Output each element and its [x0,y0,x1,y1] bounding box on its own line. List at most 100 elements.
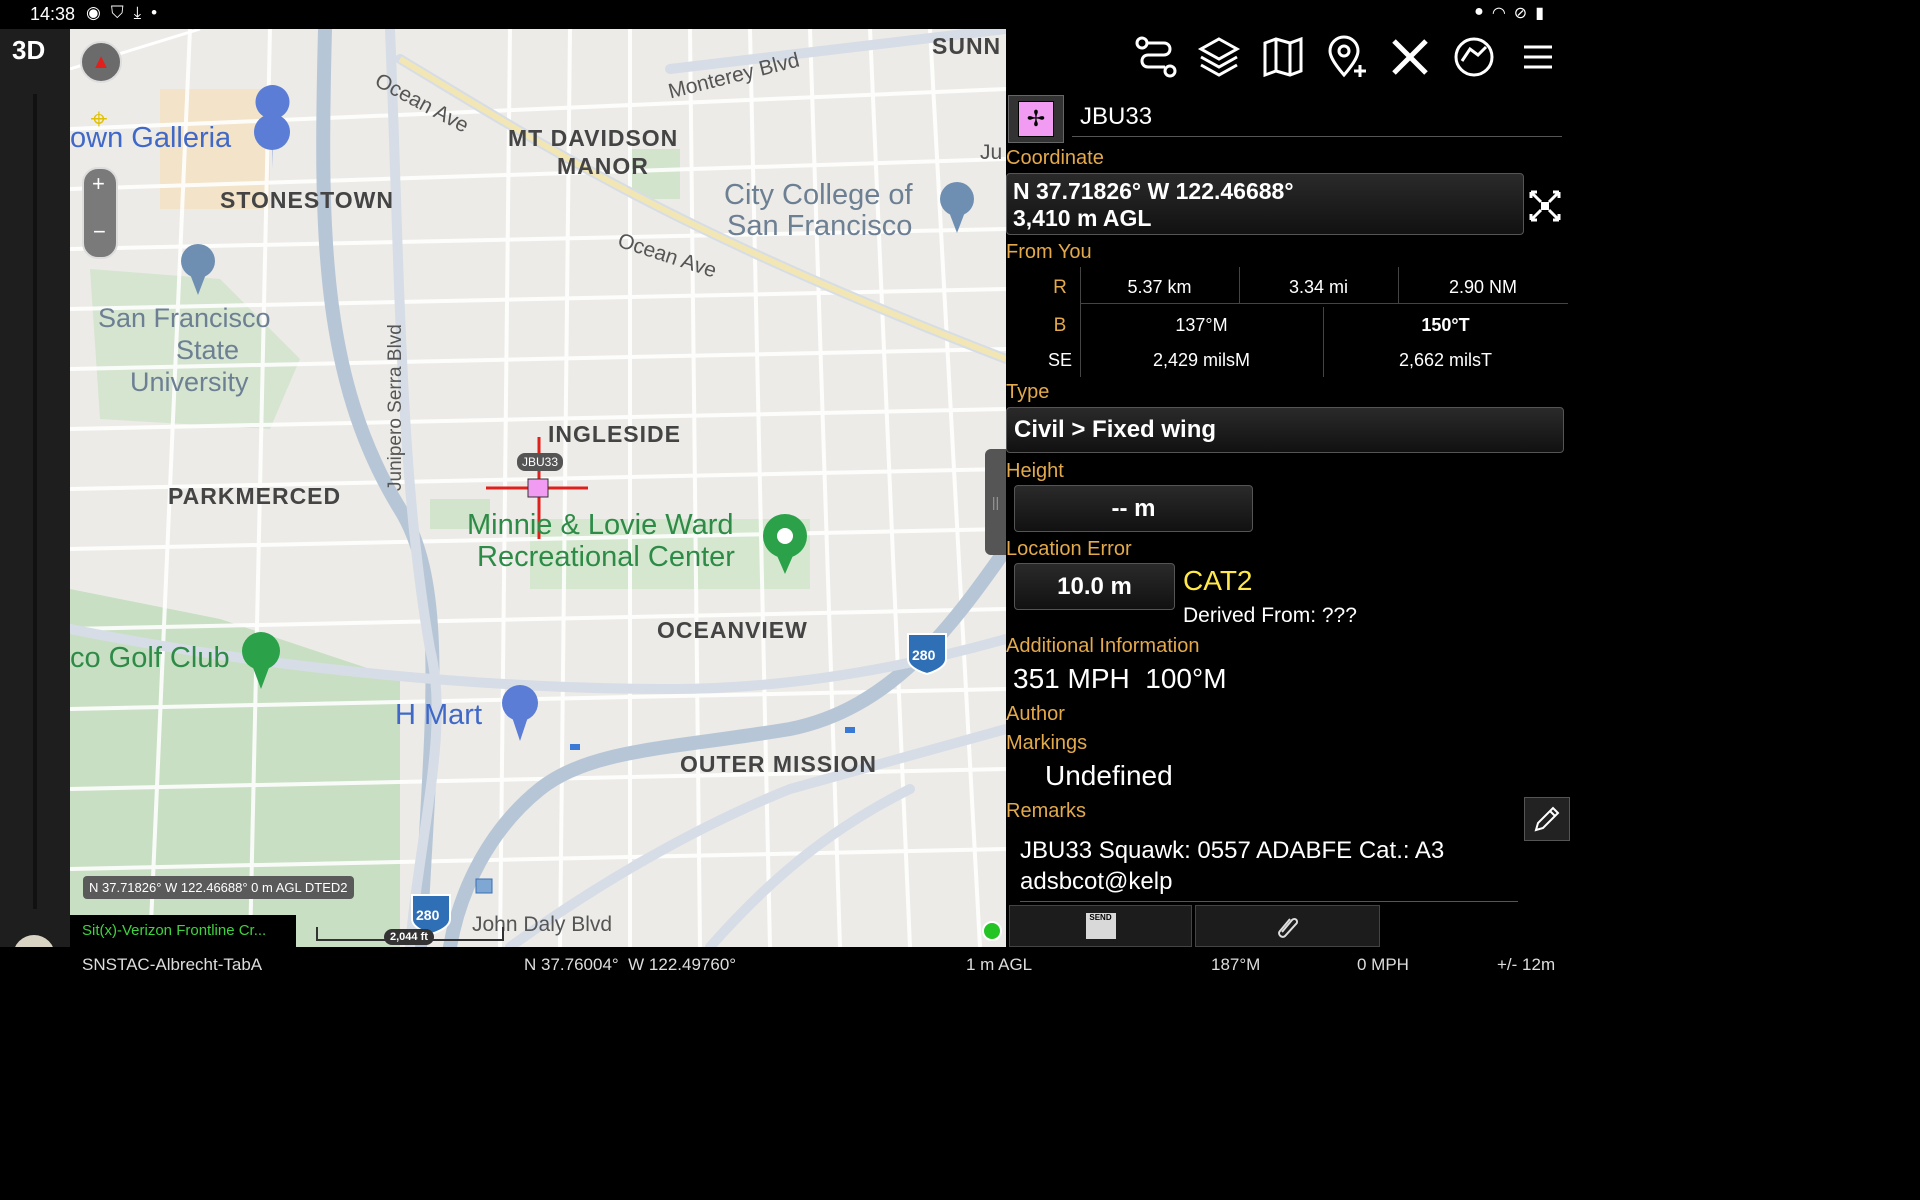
type-label: Type [1006,381,1050,403]
direction-label: SE [1047,350,1072,370]
self-location-icon[interactable] [982,921,1002,941]
self-heading: 187°M [1211,955,1261,974]
bearing-label: B [1053,315,1067,336]
type-dropdown[interactable]: Civil > Fixed wing [1006,407,1564,453]
self-altitude: 1 m AGL [966,955,1033,974]
shield-icon: ⛉ [110,3,124,22]
bearing-true: 150°T [1421,315,1470,335]
author-label: Author [1006,703,1065,725]
plugin-icon[interactable] [1450,33,1498,81]
i280-shield-label: 280 [912,647,936,663]
location-error-label: Location Error [1006,538,1132,560]
send-button[interactable]: SEND [1009,905,1192,947]
bottom-status-bar: SNSTAC-Albrecht-TabA N 37.76004° W 122.4… [0,947,1568,980]
remarks-label: Remarks [1006,800,1087,822]
pan-to-button[interactable] [1526,187,1564,225]
download-icon: ⤓ [133,3,142,22]
affiliation-icon-button[interactable]: ✢ [1008,95,1064,143]
map-view[interactable]: MT DAVIDSON MANOR STONESTOWN INGLESIDE P… [70,29,1006,947]
coordinate-field[interactable]: N 37.71826° W 122.46688° 3,410 m AGL [1006,173,1524,235]
paperclip-icon [1277,917,1298,938]
battery-icon: ▮ [1535,5,1544,22]
remarks-line-1: JBU33 Squawk: 0557 ADABFE Cat.: A3 [1020,837,1445,864]
range-km: 5.37 km [1127,277,1192,297]
self-coordinate: N 37.76004° W 122.49760° [524,955,737,974]
edit-remarks-button[interactable] [1524,797,1570,841]
remarks-field[interactable]: JBU33 Squawk: 0557 ADABFE Cat.: A3 adsbc… [1020,835,1518,902]
label-parkmerced: PARKMERCED [168,483,342,509]
compass-north-icon: ▲ [91,50,111,73]
additional-info-label: Additional Information [1006,635,1200,657]
street-ju: Ju [980,141,1003,164]
range-label: R [1053,277,1067,298]
status-bar: 14:38 ◉ ⛉ ⤓ • ● ◠ ⊘ ▮ [0,0,1568,29]
situation-overlay-label[interactable]: Sit(x)-Verizon Frontline Cr... [70,915,296,947]
clock: 14:38 [30,4,76,24]
target-callsign-label[interactable]: JBU33 [517,453,564,471]
poi-minnie-2: Recreational Center [477,541,735,573]
label-sunn: SUNN [932,33,1002,59]
markings-label: Markings [1006,732,1088,754]
menu-icon[interactable] [1514,33,1562,81]
crosshair-expand-icon [1529,190,1561,222]
coordinate-altitude: 3,410 m AGL [1013,205,1152,231]
remarks-line-2: adsbcot@kelp [1020,868,1173,895]
location-icon: ● [1474,3,1484,20]
derived-from-label: Derived From: ??? [1183,604,1357,627]
mode-3d-button[interactable]: 3D [12,35,45,66]
pencil-icon [1534,806,1560,832]
bearing-magnetic: 137°M [1175,315,1228,335]
self-accuracy: +/- 12m [1497,955,1556,974]
label-stonestown: STONESTOWN [220,187,394,213]
lock-crosshair-icon: ⌖ [90,103,108,136]
attachment-button[interactable] [1195,905,1380,947]
dot-icon: • [151,3,158,22]
from-you-label: From You [1006,241,1092,263]
poi-sfsu-1: San Francisco [98,303,271,333]
location-error-field[interactable]: 10.0 m [1014,563,1175,610]
add-marker-icon[interactable] [1322,33,1370,81]
markings-value[interactable]: Undefined [1045,760,1173,792]
left-rail: 3D [0,29,70,947]
callsign-field[interactable]: JBU33 [1072,97,1562,137]
label-mt-davidson: MT DAVIDSON [508,125,679,151]
route-icon[interactable] [1132,33,1180,81]
poi-golf: co Golf Club [70,642,230,674]
i280-shield-label-2: 280 [416,907,440,923]
lock-location-button[interactable]: ⌖ [80,101,118,139]
wifi-icon: ◠ [1491,5,1506,22]
panel-drag-handle[interactable]: || [985,449,1006,555]
label-outer-mission: OUTER MISSION [680,751,878,777]
device-name: SNSTAC-Albrecht-TabA [82,955,263,974]
map-icon[interactable] [1259,33,1307,81]
range-mi: 3.34 mi [1288,277,1349,297]
street-junipero: Junipero Serra Blvd [385,324,406,491]
fixed-wing-icon: ✢ [1018,101,1054,137]
label-ingleside: INGLESIDE [548,421,681,447]
send-icon: SEND [1085,913,1116,939]
detail-panel: ✢ JBU33 Coordinate N 37.71826° W 122.466… [1006,29,1570,947]
mils-true: 2,662 milsT [1398,350,1493,370]
label-manor: MANOR [557,153,649,179]
label-oceanview: OCEANVIEW [657,617,808,643]
range-nm: 2.90 NM [1448,277,1518,297]
zoom-in-button[interactable]: + [92,171,105,197]
zoom-out-button[interactable]: − [93,219,106,245]
close-tools-icon[interactable] [1386,33,1434,81]
zoom-control: + − [82,167,118,259]
additional-info-value: 351 MPH 100°M [1013,663,1227,694]
height-label: Height [1006,460,1064,482]
compass-button[interactable]: ▲ [80,41,122,83]
poi-hmart: H Mart [395,699,482,731]
height-field[interactable]: -- m [1014,485,1253,532]
poi-ccsf-2: San Francisco [727,210,913,242]
self-speed: 0 MPH [1357,955,1409,974]
poi-minnie-1: Minnie & Lovie Ward [467,509,734,541]
toolbar [1006,29,1568,87]
layers-icon[interactable] [1195,33,1243,81]
sync-icon: ◉ [86,3,101,22]
tilt-slider[interactable] [33,94,37,909]
mils-magnetic: 2,429 milsM [1152,350,1251,370]
cursor-coordinate-readout: N 37.71826° W 122.46688° 0 m AGL DTED2 [83,876,354,899]
poi-sfsu-3: University [130,367,249,397]
